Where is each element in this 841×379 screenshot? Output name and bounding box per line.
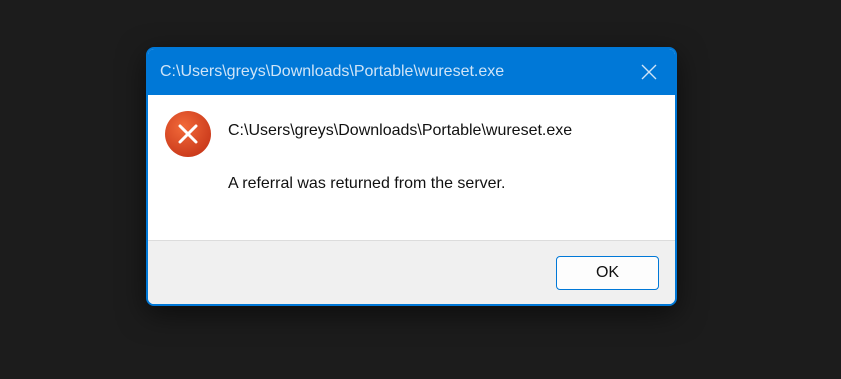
- dialog-footer: OK: [148, 240, 675, 304]
- dialog-titlebar[interactable]: C:\Users\greys\Downloads\Portable\wurese…: [148, 49, 675, 95]
- dialog-title: C:\Users\greys\Downloads\Portable\wurese…: [160, 63, 505, 80]
- error-message: A referral was returned from the server.: [228, 175, 506, 192]
- close-button[interactable]: [623, 49, 675, 95]
- dialog-content: C:\Users\greys\Downloads\Portable\wurese…: [148, 95, 675, 240]
- ok-button[interactable]: OK: [556, 256, 659, 290]
- close-icon: [641, 64, 657, 80]
- error-dialog: C:\Users\greys\Downloads\Portable\wurese…: [146, 47, 677, 306]
- error-icon: [165, 111, 211, 157]
- file-path-text: C:\Users\greys\Downloads\Portable\wurese…: [228, 122, 573, 139]
